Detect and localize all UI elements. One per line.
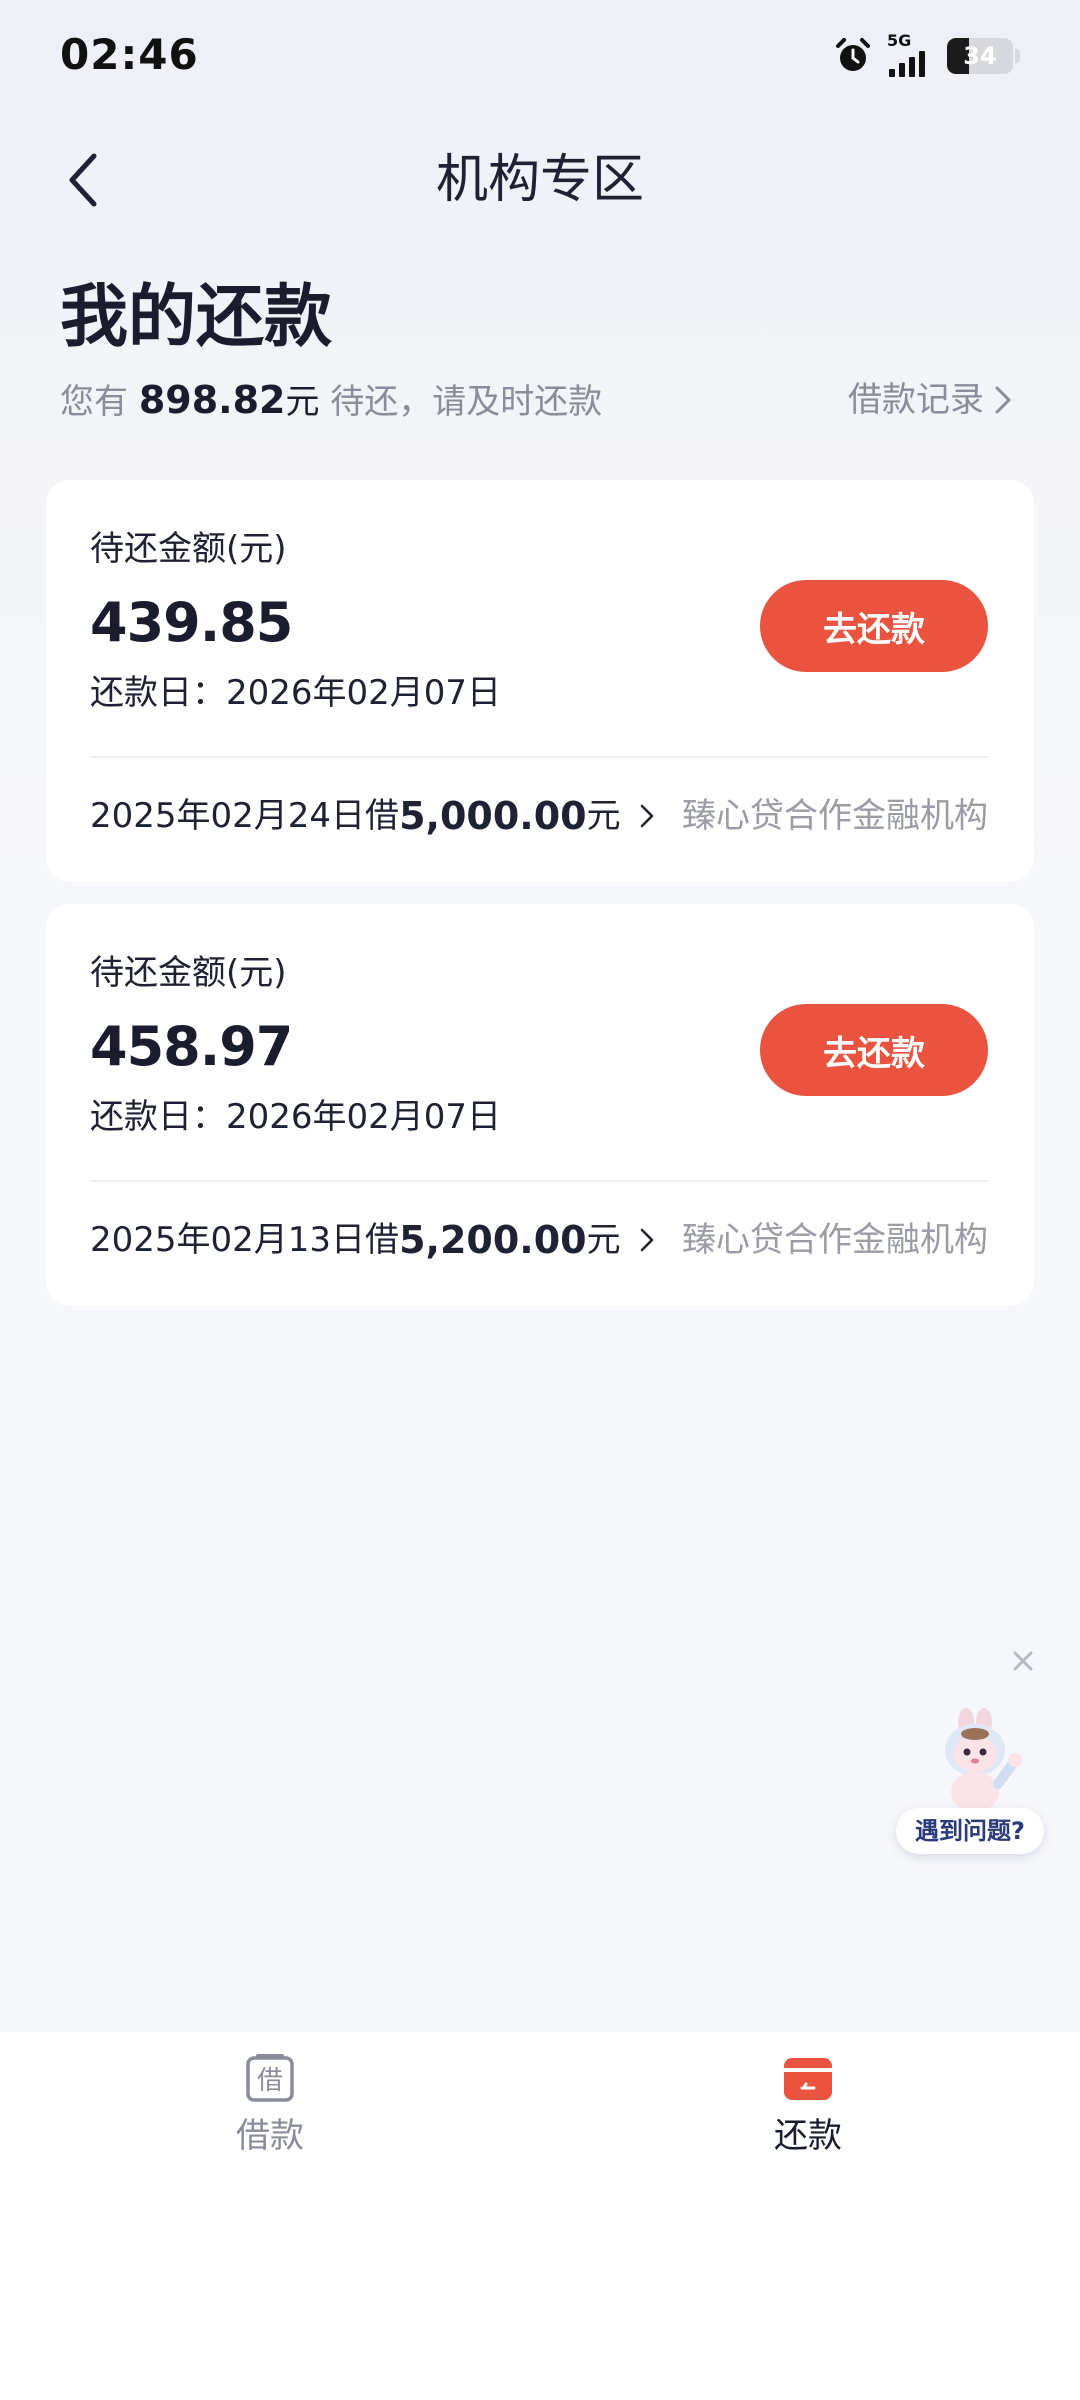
helper-close-button[interactable] [1006, 1644, 1040, 1678]
battery-level: 34 [963, 42, 997, 70]
alarm-clock-icon [836, 38, 870, 71]
tab-borrow[interactable]: 借 借款 [170, 2052, 370, 2182]
tab-label: 还款 [774, 2116, 842, 2156]
help-label: 遇到问题? [896, 1808, 1044, 1854]
page-title: 我的还款 [60, 278, 333, 357]
loan-history-link[interactable]: 借款记录 [848, 372, 1012, 428]
card-divider [90, 756, 988, 758]
rabbit-mascot-icon [945, 1708, 1022, 1812]
help-assistant-button[interactable]: 遇到问题? [896, 1706, 1044, 1854]
tab-repay[interactable]: 还款 [708, 2052, 908, 2182]
battery-cap [1015, 49, 1020, 63]
repay-card-icon [784, 2058, 832, 2100]
repayment-summary: 您有 898.82元 待还，请及时还款 [60, 372, 602, 430]
due-date: 还款日：2026年02月07日 [90, 670, 501, 716]
loan-detail-link[interactable]: 2025年02月24日借 5,000.00 元 [90, 786, 655, 846]
battery-icon: 34 [947, 38, 1013, 74]
pending-amount: 458.97 [90, 1015, 293, 1078]
nav-title: 机构专区 [435, 150, 644, 210]
pending-amount: 439.85 [90, 591, 293, 654]
due-date-value: 2026年02月07日 [226, 673, 502, 713]
summary-amount: 898.82 [138, 378, 286, 422]
summary-prefix: 您有 [60, 382, 128, 422]
bottom-tab-bar: 借 借款 还款 [0, 2032, 1080, 2400]
app-root: 02:46 5G 34 机构专区 我的还款 您有 898.82元 待还，请及时还… [0, 0, 1080, 2400]
pending-amount-label: 待还金额(元) [90, 529, 287, 569]
repay-button[interactable]: 去还款 [760, 1004, 988, 1096]
loan-unit: 元 [586, 1220, 621, 1260]
nav-bar: 机构专区 [0, 130, 1080, 230]
due-date-label: 还款日： [90, 673, 226, 713]
status-bar: 02:46 5G 34 [0, 0, 1080, 112]
chevron-right-icon [640, 1228, 653, 1252]
borrow-document-icon: 借 [246, 2054, 294, 2102]
loan-amount: 5,200.00 [399, 1218, 587, 1262]
loan-amount: 5,000.00 [399, 794, 587, 838]
due-date-value: 2026年02月07日 [226, 1097, 502, 1137]
summary-suffix: 待还，请及时还款 [330, 382, 603, 422]
institution-name: 臻心贷合作金融机构 [682, 796, 988, 836]
network-type: 5G [887, 31, 912, 50]
repay-button[interactable]: 去还款 [760, 580, 988, 672]
pending-amount-label: 待还金额(元) [90, 953, 287, 993]
loan-detail-link[interactable]: 2025年02月13日借 5,200.00 元 [90, 1210, 655, 1270]
summary-unit: 元 [285, 382, 320, 422]
loan-unit: 元 [586, 796, 621, 836]
network-indicator: 5G [887, 33, 933, 79]
borrow-icon-glyph: 借 [257, 2066, 283, 2096]
loan-card: 待还金额(元) 458.97 还款日：2026年02月07日 去还款 2025年… [46, 904, 1034, 1306]
status-time: 02:46 [60, 30, 199, 79]
loan-date: 2025年02月24日借 [90, 796, 400, 836]
status-icons: 5G 34 [833, 33, 1020, 79]
due-date-label: 还款日： [90, 1097, 226, 1137]
due-date: 还款日：2026年02月07日 [90, 1094, 501, 1140]
loan-card: 待还金额(元) 439.85 还款日：2026年02月07日 去还款 2025年… [46, 480, 1034, 882]
institution-name: 臻心贷合作金融机构 [682, 1220, 988, 1260]
tab-label: 借款 [236, 2116, 304, 2156]
loan-history-label: 借款记录 [848, 380, 984, 420]
close-icon [1013, 1651, 1033, 1671]
signal-strength-icon [889, 51, 925, 77]
card-divider [90, 1180, 988, 1182]
chevron-right-icon [995, 386, 1011, 414]
loan-date: 2025年02月13日借 [90, 1220, 400, 1260]
chevron-right-icon [640, 804, 653, 828]
